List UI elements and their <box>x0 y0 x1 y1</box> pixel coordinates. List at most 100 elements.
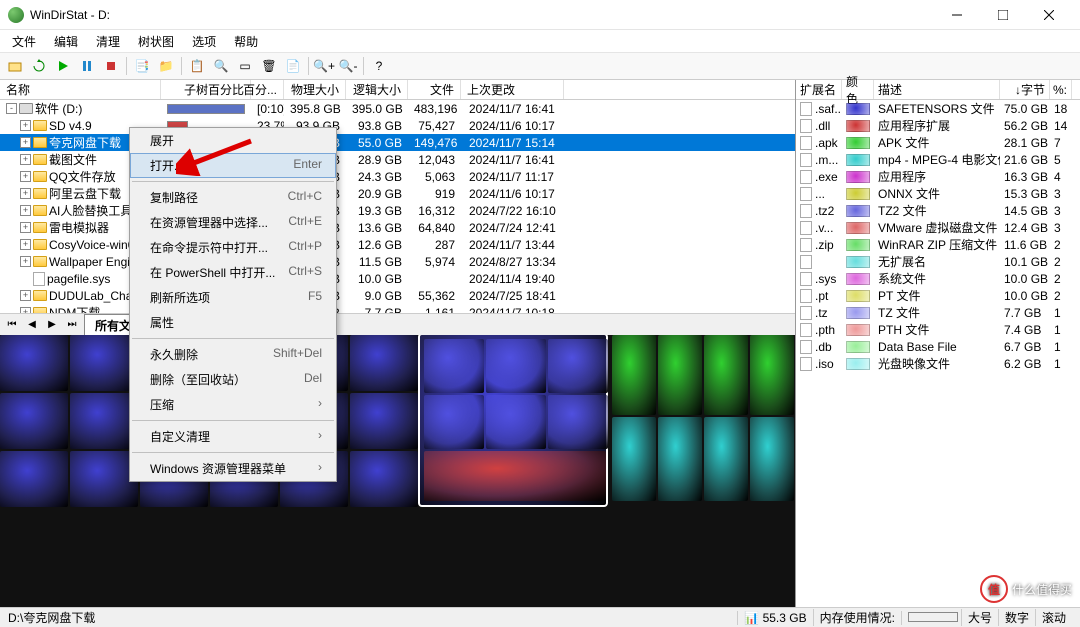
col-ext[interactable]: 扩展名 <box>796 80 842 99</box>
expander-icon[interactable]: + <box>20 171 31 182</box>
ctx-item[interactable]: 在资源管理器中选择...Ctrl+E <box>130 210 336 235</box>
treemap[interactable] <box>0 335 795 607</box>
ext-row[interactable]: 无扩展名10.1 GB2 <box>796 253 1080 270</box>
explorer-icon[interactable]: 🔍 <box>210 55 232 77</box>
nav-last-icon[interactable]: ⏭ <box>64 317 80 333</box>
menu-edit[interactable]: 编辑 <box>46 31 86 52</box>
ctx-item[interactable]: 刷新所选项F5 <box>130 285 336 310</box>
ctx-item[interactable]: 在命令提示符中打开...Ctrl+P <box>130 235 336 260</box>
folder-icon <box>33 171 47 182</box>
nav-prev-icon[interactable]: ◀ <box>24 317 40 333</box>
ctx-item[interactable]: 在 PowerShell 中打开...Ctrl+S <box>130 260 336 285</box>
expander-icon[interactable]: + <box>20 154 31 165</box>
ext-row[interactable]: .dbData Base File6.7 GB1 <box>796 338 1080 355</box>
ext-row[interactable]: .saf...SAFETENSORS 文件75.0 GB18 <box>796 100 1080 117</box>
maximize-button[interactable] <box>980 0 1026 30</box>
play-icon[interactable] <box>52 55 74 77</box>
tree-row[interactable]: -软件 (D:)[0:10]395.8 GB395.0 GB483,196202… <box>0 100 795 117</box>
help-icon[interactable]: ? <box>368 55 390 77</box>
ext-row[interactable]: .dll应用程序扩展56.2 GB14 <box>796 117 1080 134</box>
nav-next-icon[interactable]: ▶ <box>44 317 60 333</box>
row-name: 雷电模拟器 <box>49 219 109 236</box>
tree-row[interactable]: +雷电模拟器B13.6 GB64,8402024/7/24 12:41 <box>0 219 795 236</box>
ext-row[interactable]: .sys系统文件10.0 GB2 <box>796 270 1080 287</box>
ctx-item[interactable]: 永久删除Shift+Del <box>130 342 336 367</box>
col-name[interactable]: 名称 <box>0 80 161 99</box>
ctx-item[interactable]: 复制路径Ctrl+C <box>130 185 336 210</box>
pause-icon[interactable] <box>76 55 98 77</box>
tree-row[interactable]: +Wallpaper EngineB11.5 GB5,9742024/8/27 … <box>0 253 795 270</box>
col-mod[interactable]: 上次更改 <box>461 80 564 99</box>
expander-icon[interactable]: + <box>20 239 31 250</box>
expander-icon[interactable]: + <box>20 188 31 199</box>
col-pct[interactable]: 百分... <box>251 80 284 99</box>
menu-file[interactable]: 文件 <box>4 31 44 52</box>
tree-body[interactable]: -软件 (D:)[0:10]395.8 GB395.0 GB483,196202… <box>0 100 795 313</box>
tree-row[interactable]: +AI人脸替换工具V6B19.3 GB16,3122024/7/22 16:10 <box>0 202 795 219</box>
zoom-out-icon[interactable]: 🔍- <box>337 55 359 77</box>
nav-first-icon[interactable]: ⏮ <box>4 317 20 333</box>
ctx-item[interactable]: 打开...Enter <box>130 153 336 178</box>
col-phys[interactable]: 物理大小 <box>284 80 346 99</box>
ext-row[interactable]: .tzTZ 文件7.7 GB1 <box>796 304 1080 321</box>
expander-icon[interactable]: - <box>6 103 17 114</box>
expander-icon[interactable]: + <box>20 120 31 131</box>
ctx-item[interactable]: 展开 <box>130 128 336 153</box>
expander-icon[interactable]: + <box>20 205 31 216</box>
ext-row[interactable]: ...ONNX 文件15.3 GB3 <box>796 185 1080 202</box>
tree-row[interactable]: +夸克网盘下载14.0%55.3 GB55.0 GB149,4762024/11… <box>0 134 795 151</box>
new-tab-icon[interactable]: 📑 <box>131 55 153 77</box>
ctx-item[interactable]: 删除（至回收站）Del <box>130 367 336 392</box>
expander-icon[interactable]: + <box>20 137 31 148</box>
menu-options[interactable]: 选项 <box>184 31 224 52</box>
ext-row[interactable]: .tz2TZ2 文件14.5 GB3 <box>796 202 1080 219</box>
expander-icon[interactable]: + <box>20 290 31 301</box>
tree-row[interactable]: +DUDULab_ChatTTB9.0 GB55,3622024/7/25 18… <box>0 287 795 304</box>
col-color[interactable]: 颜色 <box>842 80 874 99</box>
delete-icon[interactable]: 🗑 <box>258 55 280 77</box>
ext-body[interactable]: .saf...SAFETENSORS 文件75.0 GB18.dll应用程序扩展… <box>796 100 1080 607</box>
tree-row[interactable]: +CosyVoice-win07B12.6 GB2872024/11/7 13:… <box>0 236 795 253</box>
folder-icon[interactable]: 📁 <box>155 55 177 77</box>
tree-row[interactable]: pagefile.sysB10.0 GB2024/11/4 19:40 <box>0 270 795 287</box>
tree-row[interactable]: +QQ文件存放B24.3 GB5,0632024/11/7 11:17 <box>0 168 795 185</box>
cmd-icon[interactable]: ▭ <box>234 55 256 77</box>
expander-icon[interactable]: + <box>20 256 31 267</box>
ext-row[interactable]: .iso光盘映像文件6.2 GB1 <box>796 355 1080 372</box>
ext-row[interactable]: .zipWinRAR ZIP 压缩文件11.6 GB2 <box>796 236 1080 253</box>
ctx-item[interactable]: Windows 资源管理器菜单› <box>130 456 336 481</box>
copy-icon[interactable]: 📋 <box>186 55 208 77</box>
open-icon[interactable] <box>4 55 26 77</box>
ext-row[interactable]: .ptPT 文件10.0 GB2 <box>796 287 1080 304</box>
col-desc[interactable]: 描述 <box>874 80 1000 99</box>
menu-help[interactable]: 帮助 <box>226 31 266 52</box>
ext-row[interactable]: .m...mp4 - MPEG-4 电影文件21.6 GB5 <box>796 151 1080 168</box>
col-bytes[interactable]: ↓字节 <box>1000 80 1050 99</box>
ctx-item[interactable]: 属性 <box>130 310 336 335</box>
properties-icon[interactable]: 📄 <box>282 55 304 77</box>
tree-row[interactable]: +截图文件B28.9 GB12,0432024/11/7 16:41 <box>0 151 795 168</box>
menu-cleanup[interactable]: 清理 <box>88 31 128 52</box>
file-icon <box>800 323 812 337</box>
tree-row[interactable]: +NDM下载B7.7 GB1,1612024/11/7 10:18 <box>0 304 795 313</box>
zoom-in-icon[interactable]: 🔍+ <box>313 55 335 77</box>
col-log[interactable]: 逻辑大小 <box>346 80 408 99</box>
minimize-button[interactable] <box>934 0 980 30</box>
stop-icon[interactable] <box>100 55 122 77</box>
expander-icon[interactable]: + <box>20 222 31 233</box>
col-files[interactable]: 文件 <box>408 80 461 99</box>
col-pctd[interactable]: %: <box>1050 80 1072 99</box>
menu-treemap[interactable]: 树状图 <box>130 31 182 52</box>
ctx-item[interactable]: 自定义清理› <box>130 424 336 449</box>
ext-row[interactable]: .apkAPK 文件28.1 GB7 <box>796 134 1080 151</box>
ctx-item[interactable]: 压缩› <box>130 392 336 417</box>
ext-row[interactable]: .v...VMware 虚拟磁盘文件12.4 GB3 <box>796 219 1080 236</box>
ext-row[interactable]: .pthPTH 文件7.4 GB1 <box>796 321 1080 338</box>
col-bar[interactable]: 子树百分比 <box>161 80 251 99</box>
refresh-icon[interactable] <box>28 55 50 77</box>
close-button[interactable] <box>1026 0 1072 30</box>
tree-row[interactable]: +阿里云盘下载B20.9 GB9192024/11/6 10:17 <box>0 185 795 202</box>
ext-row[interactable]: .exe应用程序16.3 GB4 <box>796 168 1080 185</box>
tree-row[interactable]: +SD v4.923.7%93.9 GB93.8 GB75,4272024/11… <box>0 117 795 134</box>
context-menu[interactable]: 展开打开...Enter 复制路径Ctrl+C在资源管理器中选择...Ctrl+E… <box>129 127 337 482</box>
